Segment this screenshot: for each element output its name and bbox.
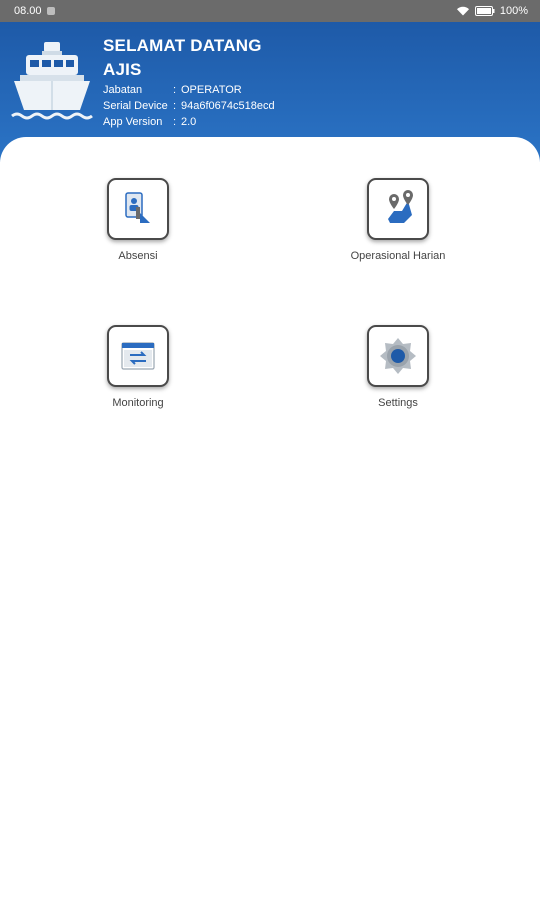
greeting-text: SELAMAT DATANG <box>103 36 262 55</box>
status-time: 08.00 <box>14 5 42 17</box>
ship-logo-icon <box>11 42 93 120</box>
battery-icon <box>474 6 495 16</box>
info-row-app-version: App Version : 2.0 <box>103 114 275 130</box>
user-info: Jabatan : OPERATOR Serial Device : 94a6f… <box>103 82 275 130</box>
info-row-jabatan: Jabatan : OPERATOR <box>103 82 275 98</box>
info-separator: : <box>173 100 177 112</box>
menu-label: Absensi <box>118 250 158 262</box>
info-value: OPERATOR <box>181 84 242 96</box>
menu-label: Operasional Harian <box>350 250 446 262</box>
menu-tile[interactable] <box>367 325 429 387</box>
monitoring-window-icon <box>121 342 155 370</box>
notification-icon <box>46 7 55 15</box>
wifi-icon <box>456 6 469 16</box>
info-value: 2.0 <box>181 116 197 128</box>
menu-item-operasional-harian[interactable]: Operasional Harian <box>298 178 498 262</box>
user-name: AJIS <box>103 60 142 79</box>
info-separator: : <box>173 84 177 96</box>
menu-tile[interactable] <box>367 178 429 240</box>
header-title: SELAMAT DATANG AJIS <box>103 34 262 82</box>
gear-icon <box>380 338 416 374</box>
status-right: 100% <box>456 5 528 17</box>
info-label: App Version <box>103 116 163 128</box>
menu-label: Monitoring <box>112 397 164 409</box>
route-map-icon <box>388 190 413 223</box>
menu-item-monitoring[interactable]: Monitoring <box>38 325 238 409</box>
info-label: Serial Device <box>103 100 168 112</box>
menu-tile[interactable] <box>107 325 169 387</box>
main-menu-card: Absensi Operasional Harian Monitoring Se… <box>0 137 540 900</box>
info-label: Jabatan <box>103 84 143 96</box>
attendance-icon <box>125 192 150 223</box>
info-value: 94a6f0674c518ecd <box>181 100 275 112</box>
status-left: 08.00 <box>14 5 55 17</box>
info-separator: : <box>173 116 177 128</box>
status-bar: 08.00 100% <box>0 0 540 22</box>
info-row-serial-device: Serial Device : 94a6f0674c518ecd <box>103 98 275 114</box>
menu-item-absensi[interactable]: Absensi <box>38 178 238 262</box>
battery-percent: 100% <box>499 5 528 17</box>
menu-label: Settings <box>378 397 418 409</box>
menu-item-settings[interactable]: Settings <box>298 325 498 409</box>
menu-tile[interactable] <box>107 178 169 240</box>
